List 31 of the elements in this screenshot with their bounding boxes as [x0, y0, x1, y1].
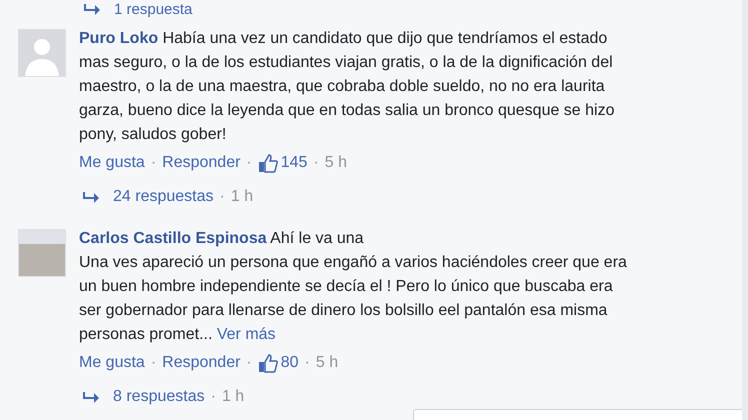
- like-count: 145: [280, 154, 308, 172]
- comment-text: Puro Loko Había una vez un candidato que dijo que tendríamos el estado mas seguro, o la de los estudiantes viajan gratis, o la de la dignificación del maestro, o la de una maestra, que cobraba doble sueldo, no no era laurita garza, bueno dice la leyenda que en todas salia un bronco quesque se hizo pony, saludos gober!: [79, 29, 614, 145]
- thumbs-up-icon: [258, 154, 278, 172]
- like-link[interactable]: Me gusta: [79, 154, 145, 172]
- replies-link[interactable]: 8 respuestas: [113, 388, 205, 406]
- reply-link[interactable]: Responder: [162, 354, 240, 372]
- separator-dot: ·: [220, 188, 225, 206]
- timestamp: 1 h: [222, 388, 244, 406]
- like-link[interactable]: Me gusta: [79, 354, 145, 372]
- reply-arrow-icon: [83, 391, 99, 403]
- replies-link[interactable]: 1 respuesta: [114, 0, 192, 18]
- timestamp: 1 h: [230, 188, 254, 206]
- timestamp: 5 h: [316, 354, 338, 372]
- reply-arrow-icon: [84, 3, 100, 15]
- photo-placeholder[interactable]: [18, 229, 66, 277]
- timestamp: 5 h: [324, 154, 348, 172]
- thumbs-up-icon: [258, 354, 278, 372]
- separator-dot: ·: [304, 354, 310, 372]
- separator-dot: ·: [150, 154, 156, 172]
- reply-arrow-icon: [83, 191, 99, 203]
- like-count: 80: [280, 354, 299, 372]
- avatar[interactable]: [18, 29, 66, 77]
- comment-text: Carlos Castillo Espinosa Ahí le va una Una ves apareció un persona que engañó a varios haciéndoles creer que era un buen hombre independiente se decía el ! Pero lo único que buscaba era ser gobernador para llenarse de dinero los bolsillo eel pantalón esa misma personas promet... Ver más: [79, 229, 627, 345]
- separator-dot: ·: [246, 354, 252, 372]
- separator-dot: ·: [313, 154, 319, 172]
- separator-dot: ·: [246, 154, 252, 172]
- see-more-link[interactable]: Ver más: [216, 326, 276, 343]
- separator-dot: ·: [150, 354, 156, 372]
- replies-link[interactable]: 24 respuestas: [113, 188, 214, 206]
- separator-dot: ·: [210, 388, 216, 406]
- reply-link[interactable]: Responder: [162, 154, 240, 172]
